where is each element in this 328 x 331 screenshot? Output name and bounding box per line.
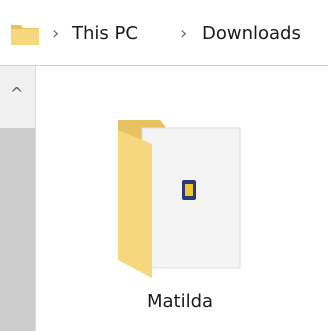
folder-name-label: Matilda (146, 291, 214, 312)
breadcrumb-item-downloads[interactable]: Downloads (202, 23, 301, 45)
navigation-pane-scrollbar[interactable]: ^ (0, 66, 36, 331)
breadcrumb-separator-icon: › (180, 23, 188, 44)
folder-item-matilda[interactable]: Matilda (100, 110, 260, 320)
address-bar[interactable]: › This PC › Downloads (0, 0, 328, 66)
breadcrumb-item-this-pc[interactable]: This PC (72, 23, 138, 45)
scroll-up-button[interactable]: ^ (0, 66, 35, 126)
chevron-up-icon: ^ (10, 84, 24, 103)
folder-icon (11, 25, 39, 45)
scroll-thumb[interactable] (0, 128, 35, 331)
folder-with-file-icon (118, 120, 241, 278)
breadcrumb-separator-icon: › (52, 23, 60, 44)
